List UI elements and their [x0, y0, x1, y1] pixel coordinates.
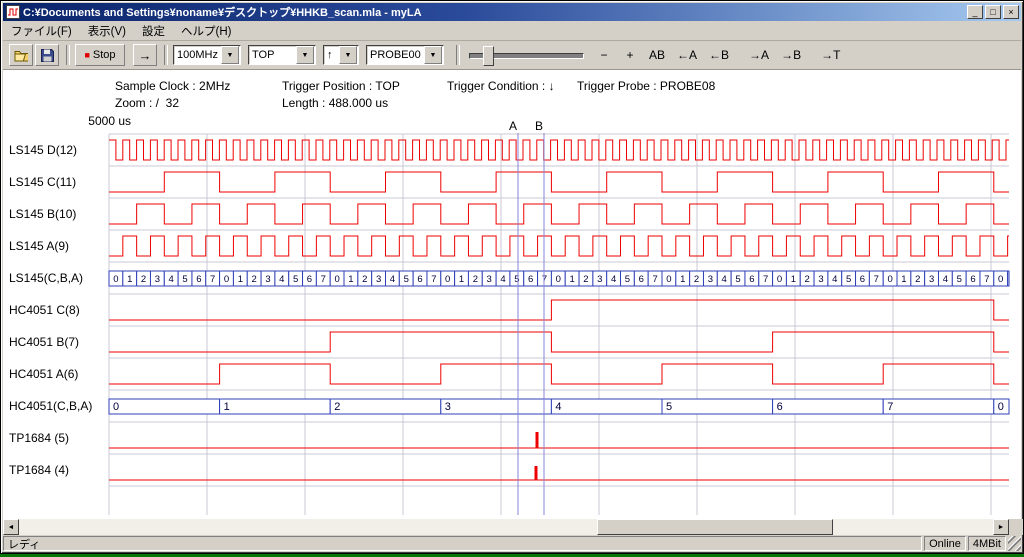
goto-cursor-a-back-button[interactable]: ←A: [672, 44, 702, 66]
goto-cursor-b-back-button[interactable]: ←B: [704, 44, 734, 66]
horizontal-scrollbar[interactable]: ◄ ►: [3, 519, 1009, 535]
folder-open-icon: [14, 48, 28, 62]
open-button[interactable]: [9, 44, 33, 66]
goto-cursor-b-fwd-button[interactable]: →B: [776, 44, 806, 66]
zoom-info: Zoom : / 32: [115, 96, 179, 110]
chevron-down-icon[interactable]: ▼: [221, 46, 239, 64]
menu-help[interactable]: ヘルプ(H): [173, 21, 239, 41]
toolbar-separator: [164, 45, 168, 65]
stop-label: Stop: [93, 49, 116, 61]
length-info: Length : 488.000 us: [282, 96, 388, 110]
trigger-position-value: TOP: [249, 49, 296, 61]
zoom-in-button[interactable]: +: [618, 44, 642, 66]
trigger-position-info: Trigger Position : TOP: [282, 79, 400, 93]
menu-file[interactable]: ファイル(F): [3, 21, 80, 41]
resize-grip[interactable]: [1008, 536, 1021, 551]
stop-icon: ■: [84, 50, 89, 60]
scrollbar-track[interactable]: [19, 519, 993, 535]
sample-clock-select[interactable]: 100MHz ▼: [173, 45, 241, 65]
toolbar-separator: [66, 45, 70, 65]
run-button[interactable]: →: [133, 44, 157, 66]
sample-clock-info: Sample Clock : 2MHz: [115, 79, 230, 93]
title-bar: C:¥Documents and Settings¥noname¥デスクトップ¥…: [3, 3, 1021, 21]
minimize-button[interactable]: _: [967, 5, 983, 19]
window-title: C:¥Documents and Settings¥noname¥デスクトップ¥…: [23, 4, 963, 20]
zoom-slider-thumb[interactable]: [483, 46, 494, 66]
menu-bar: ファイル(F) 表示(V) 設定 ヘルプ(H): [3, 21, 1021, 41]
ab-span-button[interactable]: AB: [644, 44, 670, 66]
zoom-out-button[interactable]: −: [592, 44, 616, 66]
chevron-down-icon[interactable]: ▼: [339, 46, 357, 64]
maximize-icon: □: [990, 7, 995, 17]
toolbar: ■ Stop → 100MHz ▼ TOP ▼ ↑ ▼ PROBE00 ▼ − …: [3, 41, 1021, 70]
menu-view[interactable]: 表示(V): [80, 21, 134, 41]
save-button[interactable]: [35, 44, 59, 66]
trigger-probe-value: PROBE00: [367, 49, 424, 61]
run-arrow-icon: →: [139, 48, 152, 63]
goto-trigger-button[interactable]: →T: [816, 44, 845, 66]
trigger-position-select[interactable]: TOP ▼: [248, 45, 316, 65]
trigger-edge-select[interactable]: ↑ ▼: [323, 45, 359, 65]
floppy-icon: [40, 48, 54, 63]
minimize-icon: _: [972, 7, 977, 17]
status-online-badge: Online: [924, 536, 966, 551]
trigger-condition-info: Trigger Condition : ↓: [447, 79, 555, 93]
waveform-client: Sample Clock : 2MHz Trigger Position : T…: [3, 70, 1021, 537]
status-message: レディ: [3, 536, 922, 551]
status-bar: レディ Online 4MBit: [3, 535, 1021, 551]
app-window: C:¥Documents and Settings¥noname¥デスクトップ¥…: [0, 0, 1024, 554]
zoom-slider[interactable]: [469, 44, 584, 66]
maximize-button[interactable]: □: [985, 5, 1001, 19]
app-icon: [6, 5, 20, 19]
close-icon: ×: [1008, 7, 1013, 17]
scroll-left-button[interactable]: ◄: [3, 519, 19, 535]
scrollbar-corner: [1009, 519, 1023, 535]
close-button[interactable]: ×: [1003, 5, 1019, 19]
goto-cursor-a-fwd-button[interactable]: →A: [744, 44, 774, 66]
scroll-left-icon: ◄: [8, 524, 15, 531]
stop-button[interactable]: ■ Stop: [75, 44, 125, 66]
trigger-probe-info: Trigger Probe : PROBE08: [577, 79, 715, 93]
trigger-probe-select[interactable]: PROBE00 ▼: [366, 45, 444, 65]
chevron-down-icon[interactable]: ▼: [424, 46, 442, 64]
scroll-right-button[interactable]: ►: [993, 519, 1009, 535]
window-buttons: _ □ ×: [967, 5, 1019, 19]
chevron-down-icon[interactable]: ▼: [296, 46, 314, 64]
toolbar-separator: [456, 45, 460, 65]
scrollbar-thumb[interactable]: [597, 519, 833, 535]
scroll-right-icon: ►: [998, 524, 1005, 531]
sample-clock-value: 100MHz: [174, 49, 221, 61]
menu-settings[interactable]: 設定: [134, 21, 173, 41]
trigger-edge-value: ↑: [324, 49, 339, 61]
status-memory-badge: 4MBit: [968, 536, 1006, 551]
